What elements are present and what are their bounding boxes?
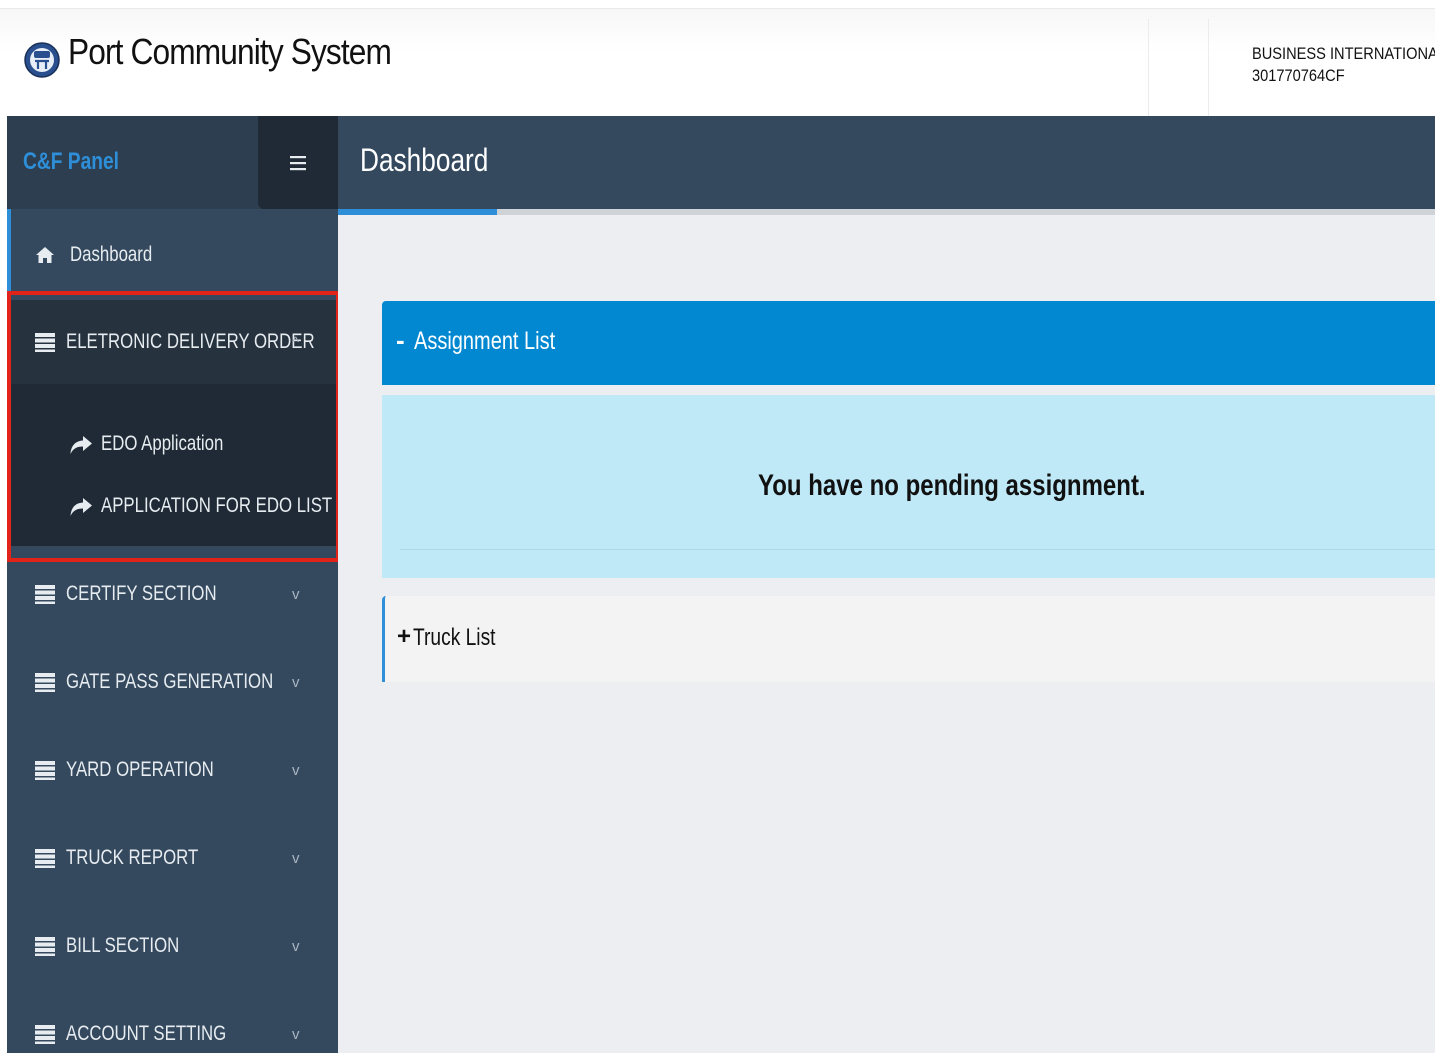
chevron-down-icon: v [292, 585, 300, 603]
hamburger-icon [290, 155, 306, 170]
app-title: Port Community System [68, 31, 392, 72]
list-icon [35, 1025, 55, 1044]
truck-list-title: Truck List [413, 624, 496, 651]
divider [400, 549, 1435, 550]
sidebar: C&F Panel Dashboard ELETRONIC DELIVERY O… [7, 116, 338, 1053]
sidebar-item-certify-section[interactable]: CERTIFY SECTION v [7, 550, 338, 638]
sidebar-item-label: TRUCK REPORT [66, 846, 199, 869]
company-name: BUSINESS INTERNATIONAL [1252, 44, 1435, 63]
sidebar-item-dashboard[interactable]: Dashboard [7, 209, 338, 300]
collapse-toggle[interactable]: - [396, 327, 405, 353]
list-icon [35, 937, 55, 956]
top-bar: Port Community System BUSINESS INTERNATI… [0, 8, 1435, 117]
sidebar-item-label: ACCOUNT SETTING [66, 1022, 227, 1045]
port-logo-icon [22, 27, 62, 93]
list-icon [35, 585, 55, 604]
sidebar-item-label: Dashboard [70, 242, 153, 266]
top-divider [1208, 19, 1209, 117]
sidebar-item-label: BILL SECTION [66, 934, 180, 957]
sidebar-item-account-setting[interactable]: ACCOUNT SETTING v [7, 990, 338, 1053]
sidebar-item-label: GATE PASS GENERATION [66, 670, 274, 693]
empty-assignment-message: You have no pending assignment. [758, 469, 1146, 502]
company-code: 301770764CF [1252, 66, 1345, 85]
sidebar-item-truck-report[interactable]: TRUCK REPORT v [7, 814, 338, 902]
assignment-list-body: You have no pending assignment. [382, 395, 1435, 578]
company-info[interactable]: BUSINESS INTERNATIONAL 301770764CF [1252, 43, 1435, 87]
page-header: Dashboard [338, 116, 1435, 209]
chevron-down-icon: v [292, 1025, 300, 1043]
sidebar-item-yard-operation[interactable]: YARD OPERATION v [7, 726, 338, 814]
page-title: Dashboard [360, 142, 489, 178]
top-divider [1148, 19, 1149, 117]
chevron-down-icon: v [292, 849, 300, 867]
chevron-down-icon: v [292, 937, 300, 955]
assignment-list-title: Assignment List [414, 327, 556, 355]
list-icon [35, 849, 55, 868]
sidebar-header: C&F Panel [7, 116, 338, 209]
sidebar-item-label: CERTIFY SECTION [66, 582, 217, 605]
chevron-down-icon: v [292, 761, 300, 779]
menu-toggle-button[interactable] [258, 116, 338, 209]
sidebar-item-bill-section[interactable]: BILL SECTION v [7, 902, 338, 990]
list-icon [35, 761, 55, 780]
expand-toggle[interactable]: + [397, 624, 411, 650]
sidebar-item-label: YARD OPERATION [66, 758, 214, 781]
truck-list-header[interactable]: + Truck List [382, 596, 1435, 682]
sidebar-item-gate-pass-generation[interactable]: GATE PASS GENERATION v [7, 638, 338, 726]
chevron-down-icon: v [292, 673, 300, 691]
main-content: - Assignment List You have no pending as… [338, 215, 1435, 1053]
list-icon [35, 673, 55, 692]
home-icon [36, 246, 54, 263]
panel-title: C&F Panel [23, 148, 120, 175]
assignment-list-header[interactable]: - Assignment List [382, 301, 1435, 385]
highlight-box [7, 291, 340, 562]
